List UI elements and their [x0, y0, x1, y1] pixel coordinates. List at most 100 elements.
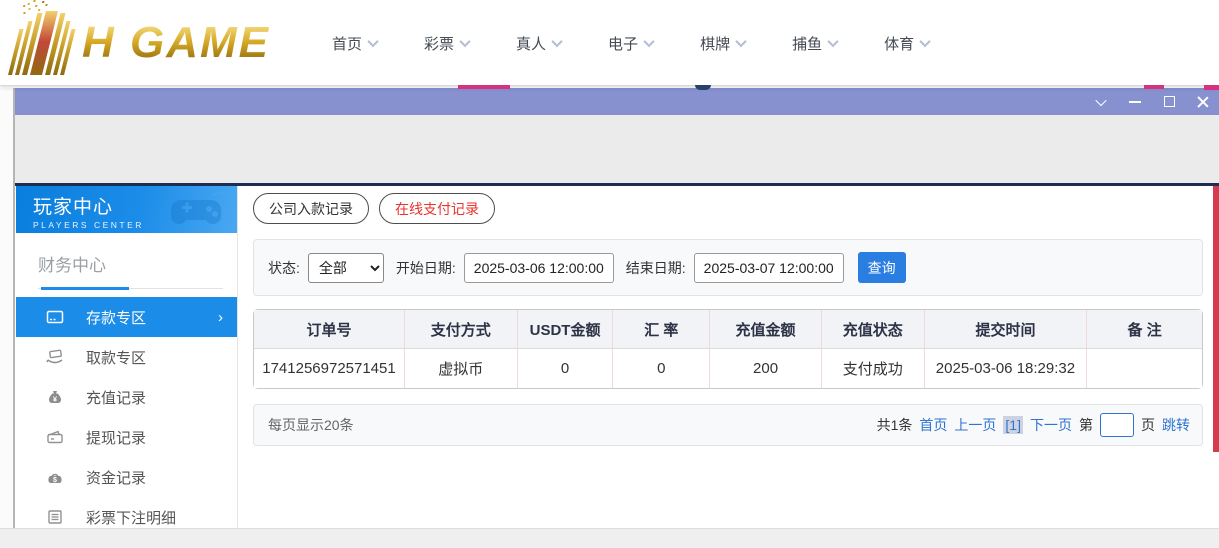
nav-item-label: 彩票: [424, 35, 455, 53]
sidebar-item-label: 提现记录: [86, 429, 147, 447]
maximize-icon: [1163, 96, 1175, 107]
prev-page-link[interactable]: 上一页: [954, 415, 996, 435]
background-artifact: [1204, 85, 1219, 90]
record-tabs: 公司入款记录 在线支付记录: [253, 193, 495, 224]
nav-item-boardgames[interactable]: 棋牌: [700, 33, 747, 54]
nav-item-lottery[interactable]: 彩票: [424, 33, 471, 54]
pagination-controls: 共1条 首页 上一页 [1] 下一页 第 页 跳转: [877, 413, 1190, 437]
nav-item-fishing[interactable]: 捕鱼: [792, 33, 839, 54]
table-header-row: 订单号 支付方式 USDT金额 汇 率 充值金额 充值状态 提交时间 备 注: [254, 310, 1202, 349]
window-gray-area: [15, 115, 1219, 183]
cell-order-id: 1741256972571451: [254, 349, 405, 388]
first-page-link[interactable]: 首页: [919, 415, 947, 435]
chevron-down-icon: [735, 35, 747, 48]
nav-item-slots[interactable]: 电子: [608, 33, 655, 54]
sidebar-item-deposit-zone[interactable]: 存款专区 ›: [16, 297, 237, 337]
nav-item-live[interactable]: 真人: [516, 33, 563, 54]
goto-page-prefix: 第: [1079, 417, 1093, 433]
sidebar-item-lottery-bet-details[interactable]: 彩票下注明细: [16, 497, 237, 537]
total-count-text: 共1条: [876, 417, 913, 433]
cell-remark: [1087, 349, 1202, 388]
chevron-down-icon: [827, 35, 839, 48]
withdraw-hand-icon: [46, 348, 64, 366]
logo-text: H GAME: [82, 18, 270, 67]
bet-list-icon: [46, 508, 64, 526]
window-controls: [1093, 88, 1211, 115]
sidebar-section: 财务中心: [16, 233, 237, 276]
goto-page-suffix: 页: [1141, 417, 1155, 433]
chevron-right-icon: ›: [218, 308, 223, 326]
site-logo[interactable]: H GAME: [8, 5, 270, 78]
funds-icon: $: [46, 468, 64, 486]
chevron-down-icon: [551, 35, 563, 48]
logo-bars-decoration: [8, 5, 80, 75]
deposit-card-icon: [46, 308, 64, 326]
sidebar-item-label: 取款专区: [86, 349, 147, 367]
tab-online-payment-records[interactable]: 在线支付记录: [379, 193, 495, 224]
cell-recharge-status: 支付成功: [821, 349, 925, 388]
window-dropdown-button[interactable]: [1093, 94, 1109, 110]
sidebar-item-withdrawal-records[interactable]: 提现记录: [16, 417, 237, 457]
records-table: 订单号 支付方式 USDT金额 汇 率 充值金额 充值状态 提交时间 备 注 1…: [253, 309, 1203, 389]
nav-menu: 首页 彩票 真人 电子 棋牌 捕鱼 体育: [332, 0, 931, 86]
status-label: 状态:: [268, 259, 300, 276]
logo-dots-decoration: [22, 5, 26, 7]
end-date-input[interactable]: [693, 252, 844, 283]
content-area: 公司入款记录 在线支付记录 状态: 全部 开始日期: 结束日期: 查询 订单号 …: [238, 186, 1204, 528]
window-titlebar[interactable]: [15, 88, 1219, 115]
sidebar-item-label: 存款专区: [86, 309, 147, 327]
col-recharge-status: 充值状态: [821, 310, 925, 349]
window-minimize-button[interactable]: [1127, 94, 1143, 110]
nav-item-label: 体育: [884, 35, 915, 53]
tab-company-deposit-records[interactable]: 公司入款记录: [253, 193, 369, 224]
chevron-down-icon: [459, 35, 471, 48]
col-recharge-amount: 充值金额: [710, 310, 822, 349]
background-artifact: [695, 85, 711, 90]
start-date-input[interactable]: [463, 252, 614, 283]
chevron-down-icon: [1095, 94, 1107, 106]
cell-exchange-rate: 0: [613, 349, 711, 388]
background-artifact: [1144, 85, 1164, 89]
minimize-icon: [1129, 100, 1141, 103]
status-select[interactable]: 全部: [307, 252, 384, 283]
end-date-label: 结束日期:: [625, 259, 686, 276]
nav-item-home[interactable]: 首页: [332, 33, 379, 54]
window-close-button[interactable]: [1195, 94, 1211, 110]
next-page-link[interactable]: 下一页: [1030, 415, 1072, 435]
nav-item-sports[interactable]: 体育: [884, 33, 931, 54]
window-maximize-button[interactable]: [1161, 94, 1177, 110]
col-payment-method: 支付方式: [404, 310, 518, 349]
sidebar-item-label: 资金记录: [86, 469, 147, 487]
filter-panel: 状态: 全部 开始日期: 结束日期: 查询: [253, 239, 1203, 296]
cell-submit-time: 2025-03-06 18:29:32: [924, 349, 1088, 388]
page-size-text: 每页显示20条: [268, 417, 354, 433]
start-date-label: 开始日期:: [395, 259, 456, 276]
current-page-indicator: [1]: [1003, 416, 1023, 434]
search-button[interactable]: 查询: [857, 252, 906, 283]
sidebar-menu: 存款专区 › 取款专区 ¥ 充值记录 提现记录 $ 资金记录 彩票下注明细: [16, 297, 237, 537]
sidebar-item-withdraw-zone[interactable]: 取款专区: [16, 337, 237, 377]
table-row: 1741256972571451 虚拟币 0 0 200 支付成功 2025-0…: [254, 349, 1202, 388]
nav-item-label: 电子: [608, 35, 639, 53]
section-divider: [38, 287, 223, 290]
site-nav: H GAME 首页 彩票 真人 电子 棋牌 捕鱼 体育: [0, 0, 1219, 86]
sidebar-item-recharge-records[interactable]: ¥ 充值记录: [16, 377, 237, 417]
sidebar-item-funds-records[interactable]: $ 资金记录: [16, 457, 237, 497]
pagination-panel: 每页显示20条 共1条 首页 上一页 [1] 下一页 第 页 跳转: [253, 404, 1203, 446]
sidebar: 玩家中心 PLAYERS CENTER 财务中心 存款专区 › 取款专区 ¥ 充…: [16, 186, 238, 528]
sidebar-item-label: 彩票下注明细: [86, 509, 177, 527]
goto-page-input[interactable]: [1100, 413, 1134, 437]
goto-page-link[interactable]: 跳转: [1162, 415, 1190, 435]
right-edge-red-strip: [1213, 186, 1219, 452]
sidebar-item-label: 充值记录: [86, 389, 147, 407]
finance-center-label: 财务中心: [38, 256, 106, 275]
nav-item-label: 真人: [516, 35, 547, 53]
col-order-id: 订单号: [254, 310, 405, 349]
window-left-edge: [0, 88, 15, 528]
chevron-down-icon: [919, 35, 931, 48]
nav-item-label: 首页: [332, 35, 363, 53]
col-exchange-rate: 汇 率: [613, 310, 711, 349]
nav-item-label: 棋牌: [700, 35, 731, 53]
col-usdt-amount: USDT金额: [517, 310, 614, 349]
money-bag-icon: ¥: [46, 388, 64, 406]
